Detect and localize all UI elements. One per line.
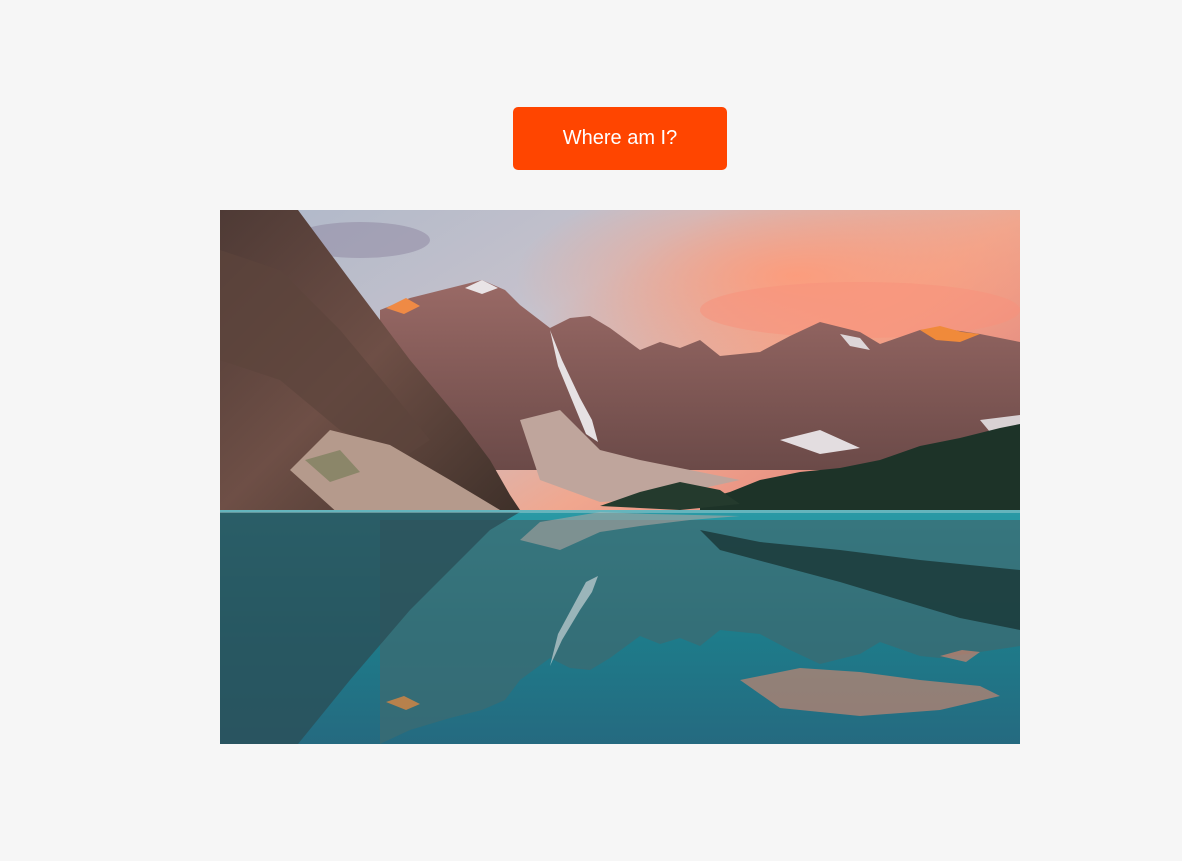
landscape-photo [220,210,1020,744]
page: Where am I? [0,0,1182,861]
where-am-i-button[interactable]: Where am I? [513,107,727,170]
landscape-photo-art [220,210,1020,744]
